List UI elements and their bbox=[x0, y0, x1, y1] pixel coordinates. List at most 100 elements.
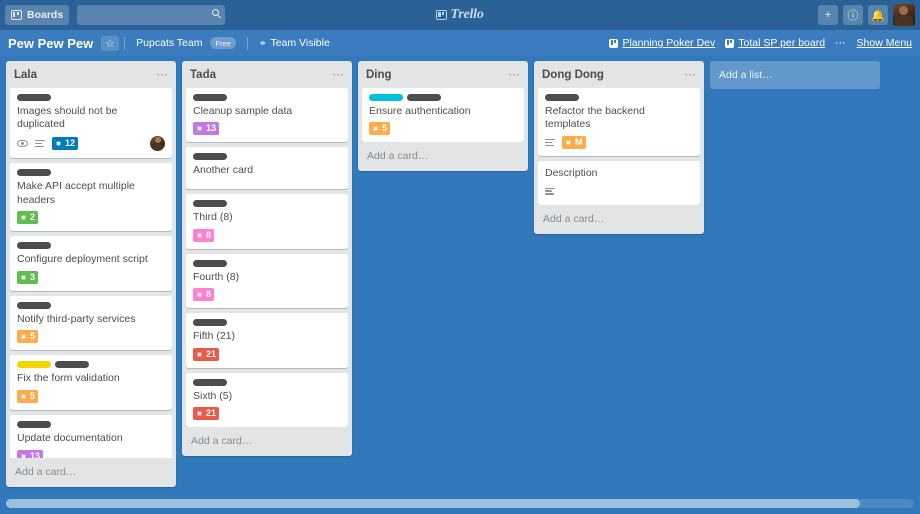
story-point-value: 2 bbox=[30, 212, 36, 223]
info-circle-icon[interactable]: ⓘ bbox=[843, 5, 863, 25]
card-label[interactable] bbox=[193, 259, 227, 267]
card[interactable]: Notify third-party services 5 bbox=[10, 295, 172, 351]
card[interactable]: Fourth (8) 8 bbox=[186, 253, 348, 309]
story-point-badge[interactable]: 8 bbox=[193, 228, 215, 242]
list-title[interactable]: Lala bbox=[14, 69, 157, 82]
search-icon bbox=[212, 9, 220, 16]
card-label[interactable] bbox=[193, 378, 227, 386]
story-point-value: 12 bbox=[65, 137, 76, 148]
badge-square-icon bbox=[372, 125, 379, 133]
card-label[interactable] bbox=[369, 93, 403, 101]
story-point-badge[interactable]: 12 bbox=[52, 136, 79, 150]
story-point-value: 5 bbox=[382, 123, 388, 134]
powerup-total-sp-per-board[interactable]: Total SP per board bbox=[725, 37, 825, 49]
story-point-badge[interactable]: 13 bbox=[193, 122, 220, 136]
list-menu-icon[interactable]: ⋯ bbox=[685, 69, 697, 81]
card-label[interactable] bbox=[193, 199, 227, 207]
scrollbar-thumb[interactable] bbox=[6, 498, 860, 508]
avatar[interactable] bbox=[893, 4, 915, 26]
card[interactable]: Fix the form validation 5 bbox=[10, 355, 172, 411]
search-field[interactable] bbox=[77, 5, 226, 25]
list-menu-icon[interactable]: ⋯ bbox=[157, 69, 169, 81]
card[interactable]: Update documentation 13 bbox=[10, 415, 172, 458]
card[interactable]: Description bbox=[538, 160, 700, 205]
card-label[interactable] bbox=[193, 153, 227, 161]
card-label[interactable] bbox=[17, 361, 51, 369]
card[interactable]: Images should not be duplicated 12 bbox=[10, 87, 172, 158]
scrollbar-track[interactable] bbox=[6, 498, 914, 508]
card-label[interactable] bbox=[55, 361, 89, 369]
story-point-badge[interactable]: 5 bbox=[17, 390, 39, 404]
story-point-badge[interactable]: 2 bbox=[17, 211, 39, 225]
badge-square-icon bbox=[20, 452, 27, 458]
card[interactable]: Sixth (5) 21 bbox=[186, 372, 348, 428]
card-label[interactable] bbox=[407, 93, 441, 101]
horizontal-scrollbar[interactable] bbox=[0, 492, 920, 514]
show-menu-button[interactable]: Show Menu bbox=[857, 37, 912, 49]
story-point-badge[interactable]: 5 bbox=[17, 330, 39, 344]
card[interactable]: Third (8) 8 bbox=[186, 193, 348, 249]
add-card-button[interactable]: Add a card… bbox=[182, 427, 352, 456]
list-menu-icon[interactable]: ⋯ bbox=[333, 69, 345, 81]
story-point-badge[interactable]: M bbox=[562, 135, 586, 149]
card[interactable]: Ensure authentication 5 bbox=[362, 87, 524, 143]
add-card-button[interactable]: Add a card… bbox=[358, 142, 528, 171]
badge-square-icon bbox=[55, 139, 62, 147]
bell-icon[interactable]: 🔔 bbox=[868, 5, 888, 25]
search-input[interactable] bbox=[77, 5, 226, 25]
add-card-button[interactable]: Add a card… bbox=[6, 458, 176, 487]
card-badges: 8 bbox=[193, 288, 341, 302]
card-title: Another card bbox=[193, 164, 254, 177]
board-header-actions: Planning Poker Dev Total SP per board ⋯ … bbox=[609, 37, 912, 49]
card[interactable]: Refactor the backend templates M bbox=[538, 87, 700, 156]
card-title: Ensure authentication bbox=[369, 104, 471, 117]
card[interactable]: Fifth (21) 21 bbox=[186, 313, 348, 368]
card-label[interactable] bbox=[17, 421, 51, 429]
card-label[interactable] bbox=[17, 168, 51, 176]
add-card-button[interactable]: Add a card… bbox=[534, 205, 704, 234]
card[interactable]: Another card bbox=[186, 147, 348, 189]
list-menu-icon[interactable]: ⋯ bbox=[509, 69, 521, 81]
plus-icon[interactable]: + bbox=[818, 5, 838, 25]
story-point-badge[interactable]: 8 bbox=[193, 288, 215, 302]
story-point-badge[interactable]: 5 bbox=[369, 122, 391, 136]
story-point-badge[interactable]: 21 bbox=[193, 407, 220, 421]
card-title: Images should not be duplicated bbox=[17, 104, 118, 131]
card[interactable]: Cleanup sample data 13 bbox=[186, 87, 348, 143]
description-icon bbox=[545, 138, 555, 147]
board-list: Dong Dong ⋯ Refactor the backend templates… bbox=[534, 61, 704, 234]
more-options-icon[interactable]: ⋯ bbox=[835, 37, 847, 49]
card-title: Fix the form validation bbox=[17, 372, 120, 385]
card-label[interactable] bbox=[193, 319, 227, 327]
story-point-badge[interactable]: 13 bbox=[17, 449, 44, 458]
card-title: Configure deployment script bbox=[17, 253, 148, 266]
board-visibility[interactable]: ⚭ Team Visible bbox=[253, 35, 336, 51]
add-list-button[interactable]: Add a list… bbox=[710, 61, 880, 89]
list-title[interactable]: Dong Dong bbox=[542, 69, 685, 82]
card[interactable]: Configure deployment script 3 bbox=[10, 236, 172, 291]
team-name[interactable]: Pupcats Team Free bbox=[130, 35, 242, 51]
boards-button[interactable]: Boards bbox=[5, 5, 70, 25]
list-title[interactable]: Ding bbox=[366, 69, 509, 82]
card-badges: 8 bbox=[193, 228, 341, 242]
badge-square-icon bbox=[565, 138, 572, 146]
list-header: Ding ⋯ bbox=[358, 61, 528, 88]
card-member-avatar[interactable] bbox=[150, 135, 165, 151]
page-title[interactable]: Pew Pew Pew bbox=[8, 36, 93, 51]
card-title: Fourth (8) bbox=[193, 270, 240, 283]
card[interactable]: Make API accept multiple headers 2 bbox=[10, 162, 172, 232]
powerup-planning-poker-dev[interactable]: Planning Poker Dev bbox=[609, 37, 715, 49]
card-label[interactable] bbox=[17, 93, 51, 101]
board-header: Pew Pew Pew ☆ Pupcats Team Free ⚭ Team V… bbox=[0, 30, 920, 56]
card-label[interactable] bbox=[545, 93, 579, 101]
star-icon[interactable]: ☆ bbox=[101, 35, 120, 51]
card-title: Notify third-party services bbox=[17, 312, 136, 325]
card-label[interactable] bbox=[193, 93, 227, 101]
card-label[interactable] bbox=[17, 301, 51, 309]
board-icon bbox=[725, 38, 735, 48]
card-label[interactable] bbox=[17, 242, 51, 250]
story-point-badge[interactable]: 3 bbox=[17, 270, 39, 284]
story-point-badge[interactable]: 21 bbox=[193, 347, 220, 361]
badge-square-icon bbox=[20, 393, 27, 401]
list-title[interactable]: Tada bbox=[190, 69, 333, 82]
